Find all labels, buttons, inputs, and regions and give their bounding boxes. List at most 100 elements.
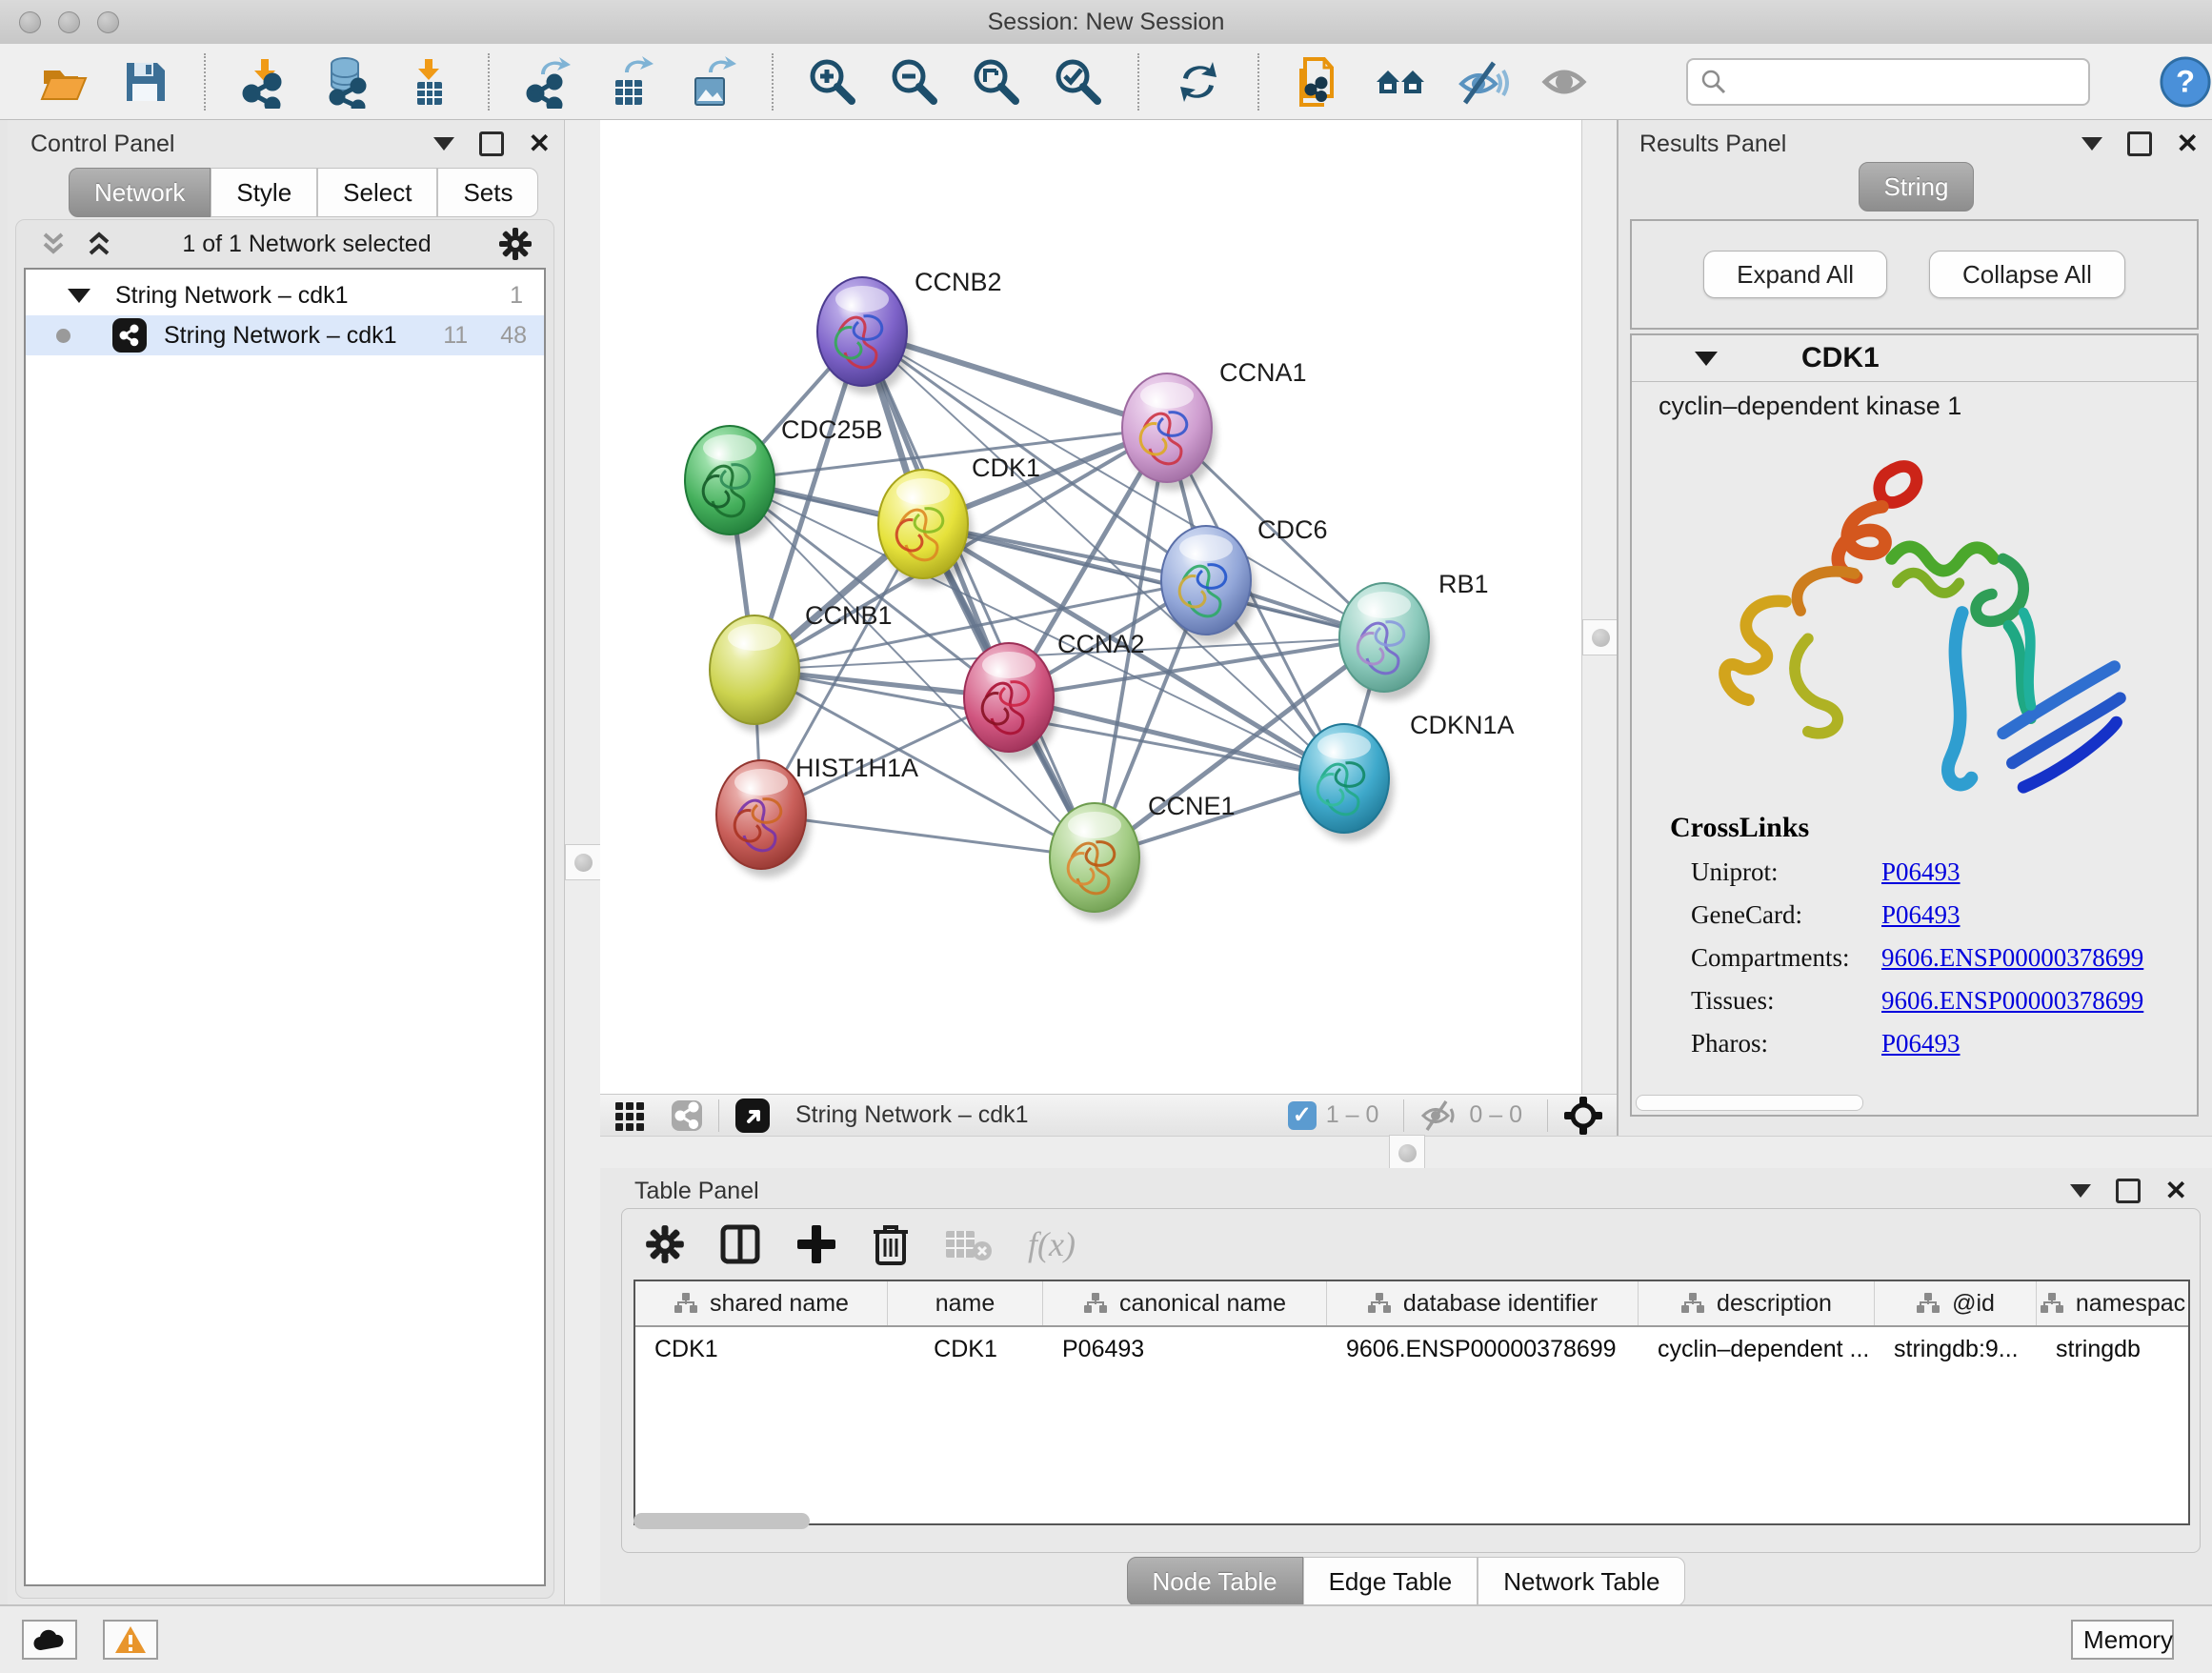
save-session-button[interactable]	[118, 55, 171, 109]
collection-expand-icon[interactable]	[68, 289, 90, 303]
network-node-rb1[interactable]: RB1	[1339, 570, 1489, 700]
tab-sets[interactable]: Sets	[437, 168, 538, 217]
import-network-from-file-button[interactable]	[238, 55, 292, 109]
memory-button[interactable]: Memory	[2071, 1620, 2174, 1660]
gene-collapse-icon[interactable]	[1695, 352, 1718, 366]
network-node-ccnb1[interactable]: CCNB1	[710, 601, 893, 733]
network-edge-count: 48	[500, 322, 527, 350]
network-node-ccna1[interactable]: CCNA1	[1122, 358, 1307, 491]
tab-network[interactable]: Network	[69, 168, 211, 217]
crosslink-link[interactable]: P06493	[1881, 900, 1961, 930]
show-all-button[interactable]	[1538, 55, 1591, 109]
crosslink-link[interactable]: 9606.ENSP00000378699	[1881, 943, 2143, 973]
column-header-canonical-name[interactable]: canonical name	[1043, 1281, 1327, 1325]
network-node-ccna2[interactable]: CCNA2	[964, 630, 1145, 760]
tab-style[interactable]: Style	[211, 168, 317, 217]
gear-icon[interactable]	[498, 227, 533, 261]
network-node-ccne1[interactable]: CCNE1	[1050, 792, 1236, 920]
crosslink-link[interactable]: P06493	[1881, 857, 1961, 887]
string-home-button[interactable]	[1374, 55, 1427, 109]
export-table-icon	[604, 55, 657, 109]
network-node-cdkn1a[interactable]: CDKN1A	[1299, 711, 1515, 841]
crosslink-row: Compartments: 9606.ENSP00000378699	[1670, 943, 2143, 973]
left-splitter-handle[interactable]	[565, 844, 601, 880]
zoom-selected-button[interactable]	[1052, 55, 1105, 109]
tab-edge-table[interactable]: Edge Table	[1303, 1557, 1478, 1606]
refresh-button[interactable]	[1172, 55, 1225, 109]
network-node-hist1h1a[interactable]: HIST1H1A	[716, 754, 918, 877]
tab-node-table[interactable]: Node Table	[1127, 1557, 1303, 1606]
import-network-from-database-button[interactable]	[320, 55, 373, 109]
network-node-cdc6[interactable]: CDC6	[1161, 515, 1328, 643]
export-network-button[interactable]	[522, 55, 575, 109]
crosslink-link[interactable]: 9606.ENSP00000378699	[1881, 986, 2143, 1016]
show-columns-icon[interactable]	[719, 1223, 761, 1265]
detach-view-icon[interactable]	[734, 1098, 771, 1134]
open-file-button[interactable]	[36, 55, 90, 109]
zoom-in-button[interactable]	[806, 55, 859, 109]
table-row[interactable]: CDK1 CDK1 P06493 9606.ENSP00000378699 cy…	[635, 1327, 2188, 1371]
delete-column-trash-icon[interactable]	[872, 1222, 910, 1266]
horizontal-splitter[interactable]	[600, 1136, 2212, 1170]
cell-database-identifier: 9606.ENSP00000378699	[1327, 1336, 1639, 1363]
column-header-namespace[interactable]: namespac	[2037, 1281, 2188, 1325]
gene-name: CDK1	[1801, 342, 1880, 374]
table-options-gear-icon[interactable]	[645, 1224, 685, 1264]
export-image-button[interactable]	[686, 55, 739, 109]
network-view-icon[interactable]	[671, 1099, 703, 1132]
tab-network-table[interactable]: Network Table	[1478, 1557, 1685, 1606]
float-panel-icon[interactable]	[2081, 137, 2102, 151]
node-table[interactable]: shared name name canonical name	[633, 1280, 2190, 1525]
birds-eye-view-icon[interactable]	[1563, 1096, 1603, 1136]
column-header-database-identifier[interactable]: database identifier	[1327, 1281, 1639, 1325]
right-splitter-handle[interactable]	[1582, 619, 1619, 655]
help-button[interactable]: ?	[2159, 55, 2212, 109]
column-header-description[interactable]: description	[1639, 1281, 1875, 1325]
float-panel-icon[interactable]	[433, 137, 454, 151]
collapse-all-icon[interactable]	[37, 229, 70, 259]
export-table-button[interactable]	[604, 55, 657, 109]
network-graph[interactable]: CCNB2CCNA1CDC25BCDK1CDC6RB1CCNB1CCNA2CDK…	[600, 120, 1581, 1094]
network-node-cdk1[interactable]: CDK1	[878, 454, 1040, 587]
toolbar-separator	[1137, 53, 1139, 111]
warnings-button[interactable]	[103, 1620, 158, 1660]
create-column-plus-icon[interactable]	[795, 1223, 837, 1265]
grid-view-icon[interactable]	[613, 1099, 648, 1133]
collapse-all-button[interactable]: Collapse All	[1929, 251, 2125, 298]
column-header-name[interactable]: name	[888, 1281, 1043, 1325]
shared-column-icon	[1680, 1292, 1705, 1315]
right-splitter[interactable]	[1581, 120, 1618, 1094]
network-label: String Network – cdk1	[164, 322, 397, 350]
zoom-fit-button[interactable]	[970, 55, 1023, 109]
crosslink-link[interactable]: P06493	[1881, 1029, 1961, 1058]
close-panel-icon[interactable]: ✕	[2165, 1181, 2187, 1200]
open-in-string-button[interactable]	[1292, 55, 1345, 109]
hide-selected-button[interactable]	[1456, 55, 1509, 109]
column-header-id[interactable]: @id	[1875, 1281, 2037, 1325]
horizontal-splitter-handle[interactable]	[1389, 1135, 1425, 1171]
close-panel-icon[interactable]: ✕	[2177, 134, 2199, 153]
tab-select[interactable]: Select	[317, 168, 437, 217]
crosslinks-heading: CrossLinks	[1670, 812, 2143, 844]
zoom-out-button[interactable]	[888, 55, 941, 109]
network-collection-row[interactable]: String Network – cdk1 1	[26, 275, 544, 315]
results-horizontal-scrollbar[interactable]	[1636, 1095, 1863, 1111]
left-splitter[interactable]	[564, 120, 602, 1604]
float-panel-icon[interactable]	[2070, 1184, 2091, 1198]
gene-header-row[interactable]: CDK1	[1632, 335, 2197, 382]
maximize-panel-icon[interactable]	[2116, 1179, 2141, 1203]
import-table-from-file-button[interactable]	[402, 55, 455, 109]
expand-all-button[interactable]: Expand All	[1703, 251, 1887, 298]
column-header-shared-name[interactable]: shared name	[635, 1281, 888, 1325]
expand-all-icon[interactable]	[83, 229, 115, 259]
table-horizontal-scrollbar[interactable]	[633, 1513, 810, 1529]
network-edge[interactable]	[761, 815, 1095, 857]
close-panel-icon[interactable]: ✕	[529, 134, 551, 153]
tab-string[interactable]: String	[1859, 162, 1975, 212]
search-input[interactable]	[1686, 58, 2090, 106]
maximize-panel-icon[interactable]	[479, 131, 504, 156]
cloud-status-button[interactable]	[22, 1620, 77, 1660]
selected-checkbox[interactable]: ✓	[1288, 1101, 1317, 1130]
maximize-panel-icon[interactable]	[2127, 131, 2152, 156]
network-row[interactable]: String Network – cdk1 11 48	[26, 315, 544, 355]
